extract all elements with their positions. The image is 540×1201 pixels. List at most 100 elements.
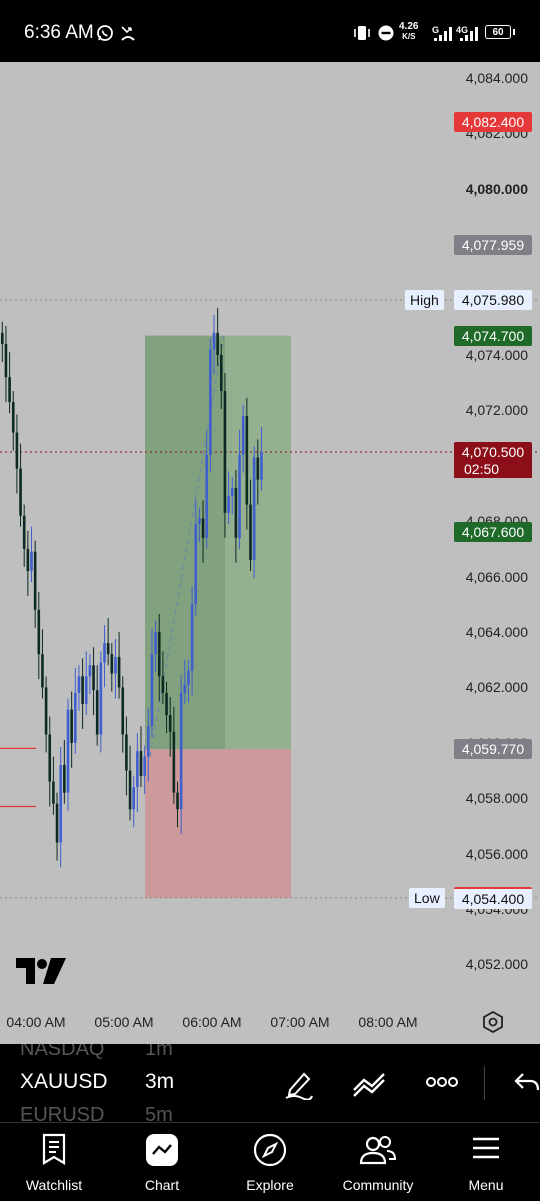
candle-body (95, 690, 99, 735)
price-axis-label: 4,058.000 (465, 790, 528, 807)
undo-icon[interactable] (514, 1072, 540, 1094)
candle (22, 504, 26, 567)
candle-body (176, 792, 179, 810)
candle-body (165, 692, 168, 716)
candle (70, 691, 73, 768)
candle-body (84, 676, 88, 705)
candle-body (88, 665, 92, 677)
candle-body (8, 377, 11, 403)
candle-body (63, 764, 66, 793)
nav-menu[interactable]: Menu (432, 1123, 540, 1201)
compass-icon (253, 1133, 287, 1167)
chart-toolbar: NASDAQ 1m XAUUSD 3m EURUSD 5m (0, 1044, 540, 1122)
candle (74, 668, 77, 754)
candle (26, 530, 30, 596)
symbol-selector[interactable]: XAUUSD (20, 1070, 108, 1094)
candle (128, 745, 132, 821)
candle (77, 665, 81, 711)
candle-body (103, 643, 106, 663)
nav-watchlist[interactable]: Watchlist (0, 1123, 108, 1201)
more-options-icon[interactable] (426, 1076, 458, 1088)
interval-selector[interactable]: 3m (145, 1070, 174, 1094)
interval-picker-next[interactable]: 5m (145, 1104, 173, 1122)
candle-body (26, 548, 30, 572)
candle-body (128, 770, 132, 810)
candle-body (161, 676, 165, 693)
price-tag-alert[interactable]: 4,082.400 (454, 112, 532, 133)
settings-icon[interactable] (482, 1011, 504, 1033)
candle-body (223, 391, 227, 513)
time-axis-label: 08:00 AM (358, 1014, 418, 1030)
candle-body (194, 523, 198, 605)
candle-body (4, 343, 8, 378)
interval-picker-prev[interactable]: 1m (145, 1044, 173, 1061)
candle (110, 643, 114, 692)
nav-explore[interactable]: Explore (216, 1123, 324, 1201)
candle-body (92, 665, 95, 691)
drawing-pen-icon[interactable] (284, 1068, 314, 1100)
tradingview-logo (16, 958, 66, 984)
candle-body (260, 451, 263, 480)
chart-icon (146, 1134, 178, 1166)
candle-body (81, 676, 84, 705)
candle-body (106, 643, 110, 655)
candle (125, 716, 128, 796)
candle (88, 654, 92, 695)
candle (92, 647, 95, 716)
price-axis-label: 4,072.000 (465, 402, 528, 419)
candle (33, 540, 37, 628)
price-tag-low[interactable]: 4,054.400 (454, 886, 532, 909)
price-tag-last[interactable]: 4,070.500 (454, 441, 532, 462)
price-axis-label: 4,064.000 (465, 624, 528, 640)
chart-area[interactable]: 4,084.0004,082.0004,080.0004,078.0004,07… (0, 62, 540, 1044)
candle-body (136, 751, 139, 788)
candle-body (234, 487, 238, 538)
nav-community[interactable]: Community (324, 1123, 432, 1201)
nav-chart[interactable]: Chart (108, 1123, 216, 1201)
candle (1, 321, 4, 362)
candle (44, 676, 48, 753)
signal-4g-icon: 4G (456, 25, 478, 41)
symbol-picker-prev[interactable]: NASDAQ (20, 1044, 104, 1061)
indicators-icon[interactable] (352, 1068, 388, 1100)
candle (41, 629, 44, 699)
candle (139, 726, 143, 788)
candle-body (168, 715, 172, 732)
candle-body (52, 781, 55, 804)
candle-body (59, 764, 62, 843)
price-tag-gray[interactable]: 4,077.959 (454, 235, 532, 256)
candle-body (198, 518, 201, 524)
price-tag-stop[interactable]: 4,059.770 (454, 739, 532, 760)
candle-body (114, 656, 117, 674)
candle-body (22, 515, 26, 549)
candle-body (143, 756, 146, 777)
time-axis-label: 04:00 AM (6, 1014, 66, 1030)
candle-body (74, 692, 77, 743)
candle-body (1, 332, 4, 344)
high-label: High (405, 290, 444, 311)
candle-body (15, 432, 19, 469)
candle-body (110, 654, 114, 674)
price-tag-entry[interactable]: 4,067.600 (454, 522, 532, 543)
candle-body (172, 731, 176, 793)
candle-body (256, 457, 260, 480)
candle-body (33, 551, 37, 610)
candle (55, 792, 59, 861)
network-speed: 4.26 K/S (399, 21, 419, 42)
missed-call-icon (121, 26, 135, 41)
status-time: 6:36 AM (24, 22, 94, 43)
candle-body (125, 734, 128, 771)
candle-body (41, 654, 44, 688)
nav-label: Explore (246, 1177, 294, 1193)
candle-body (238, 454, 241, 538)
candle-body (77, 676, 81, 693)
candle (48, 716, 52, 807)
price-tag-target[interactable]: 4,074.700 (454, 325, 532, 346)
bottom-navigation: Watchlist Chart Explore Community Menu (0, 1122, 540, 1200)
symbol-picker-next[interactable]: EURUSD (20, 1104, 104, 1122)
time-axis-label: 06:00 AM (182, 1014, 242, 1030)
candle (132, 776, 135, 828)
price-tag-high[interactable]: 4,075.980 (454, 290, 532, 311)
nav-label: Menu (468, 1177, 504, 1193)
candle-body (147, 726, 150, 757)
